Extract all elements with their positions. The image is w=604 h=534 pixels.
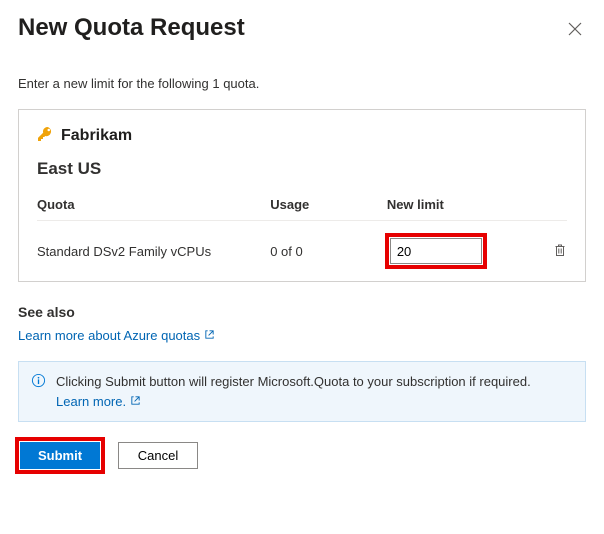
info-icon — [31, 373, 46, 394]
subscription-row: Fabrikam — [37, 126, 567, 145]
info-learn-more-text: Learn more. — [56, 392, 126, 412]
info-text: Clicking Submit button will register Mic… — [56, 374, 531, 389]
subtitle-text: Enter a new limit for the following 1 qu… — [18, 76, 586, 91]
subscription-name: Fabrikam — [61, 127, 132, 145]
info-learn-more-link[interactable]: Learn more. — [56, 392, 141, 412]
close-icon[interactable] — [564, 18, 586, 43]
info-box: Clicking Submit button will register Mic… — [18, 361, 586, 422]
cell-quota-name: Standard DSv2 Family vCPUs — [37, 244, 270, 259]
cell-usage: 0 of 0 — [270, 244, 387, 259]
see-also-heading: See also — [18, 304, 586, 320]
action-bar: Submit Cancel — [18, 440, 586, 471]
learn-quotas-link[interactable]: Learn more about Azure quotas — [18, 328, 215, 343]
external-link-icon — [204, 328, 215, 343]
delete-icon[interactable] — [553, 245, 567, 260]
panel-header: New Quota Request — [18, 14, 586, 46]
col-header-new-limit: New limit — [387, 197, 514, 212]
new-limit-highlight — [387, 235, 485, 267]
cancel-button[interactable]: Cancel — [118, 442, 198, 469]
col-header-quota: Quota — [37, 197, 270, 212]
region-name: East US — [37, 159, 567, 179]
key-icon — [37, 126, 53, 145]
quota-panel: Fabrikam East US Quota Usage New limit S… — [18, 109, 586, 282]
external-link-icon — [130, 392, 141, 412]
page-title: New Quota Request — [18, 14, 245, 42]
table-row: Standard DSv2 Family vCPUs 0 of 0 — [37, 235, 567, 267]
col-header-usage: Usage — [270, 197, 387, 212]
submit-button[interactable]: Submit — [20, 442, 100, 469]
info-text-container: Clicking Submit button will register Mic… — [56, 372, 573, 411]
submit-highlight: Submit — [18, 440, 102, 471]
learn-quotas-link-text: Learn more about Azure quotas — [18, 328, 200, 343]
new-limit-input[interactable] — [390, 238, 482, 264]
table-header: Quota Usage New limit — [37, 197, 567, 221]
